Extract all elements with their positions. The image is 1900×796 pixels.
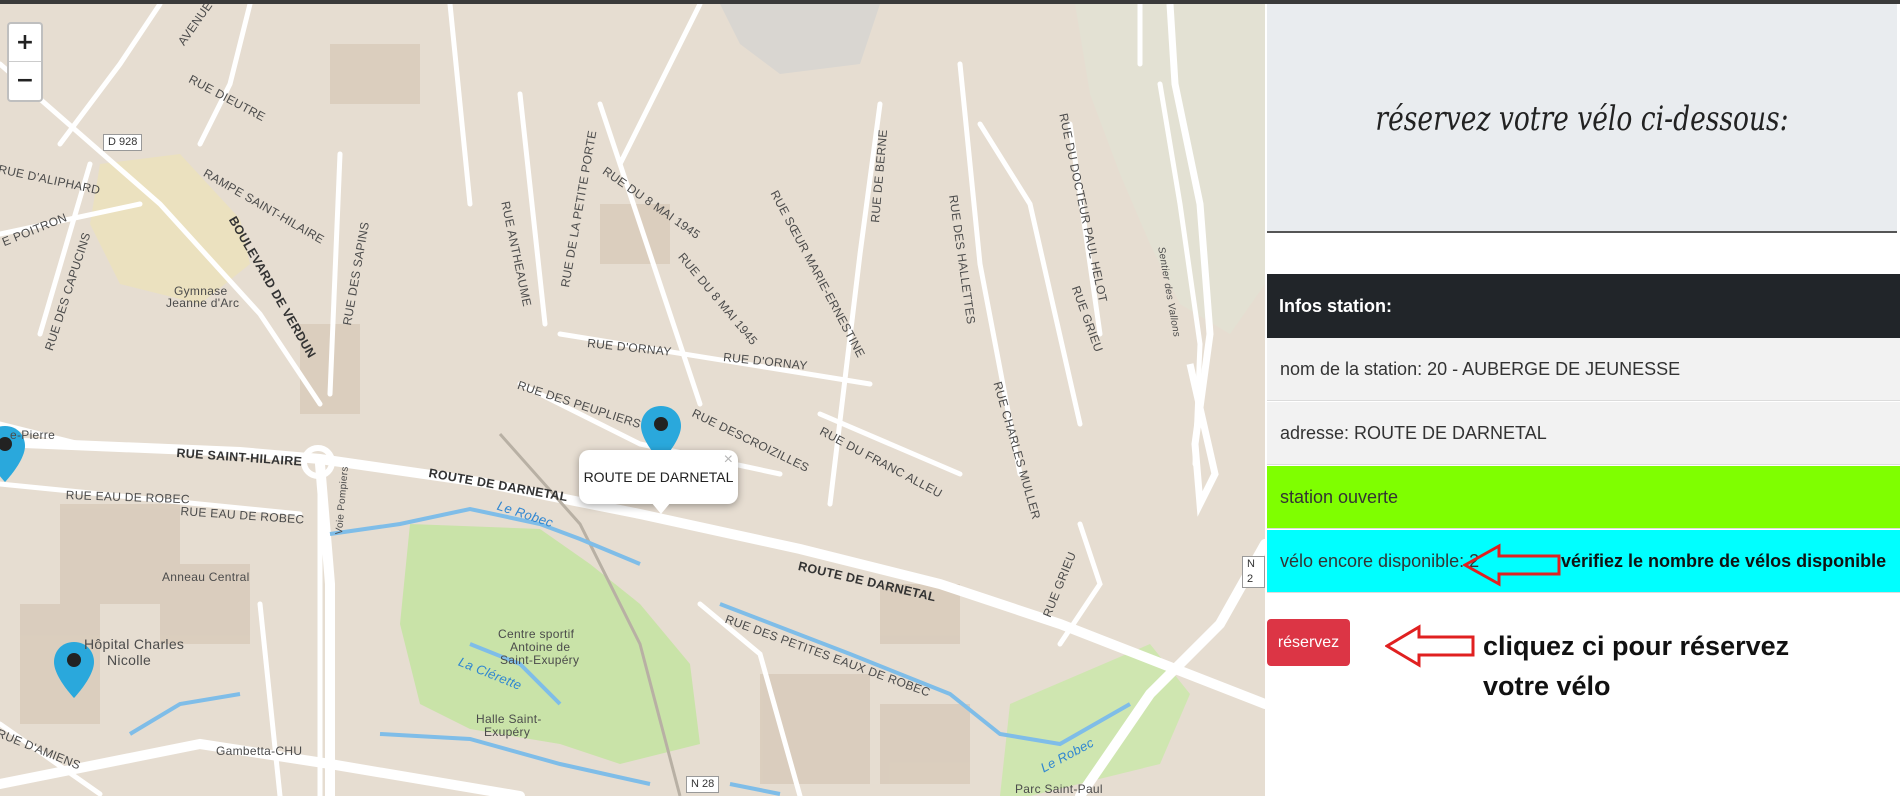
place-label: Halle Saint-: [476, 712, 542, 726]
road-shield: N 28: [686, 776, 720, 793]
zoom-out-button[interactable]: −: [9, 62, 41, 99]
station-address: adresse: ROUTE DE DARNETAL: [1267, 402, 1900, 465]
place-label: Antoine de: [510, 640, 571, 654]
popup-title: ROUTE DE DARNETAL: [583, 469, 734, 485]
place-label: Nicolle: [107, 652, 152, 668]
hero-banner: réservez votre vélo ci-dessous:: [1267, 4, 1897, 233]
reserve-button[interactable]: réservez: [1267, 619, 1350, 666]
popup-close-button[interactable]: ×: [724, 451, 733, 469]
station-info-header: Infos station:: [1267, 274, 1900, 338]
popup-tip: [651, 502, 671, 514]
zoom-in-button[interactable]: +: [9, 24, 41, 62]
place-label: Centre sportif: [498, 627, 575, 641]
station-name: nom de la station: 20 - AUBERGE DE JEUNE…: [1267, 338, 1900, 401]
road-shield: N 2: [1242, 556, 1265, 588]
zoom-control: + −: [7, 22, 43, 102]
map-view[interactable]: AVENUE RUE DIEUTRE D 928 RUE D'ALIPHARD …: [0, 4, 1265, 796]
annotation-note-bikes: vérifiez le nombre de vélos disponible: [1561, 551, 1887, 571]
place-label: Parc Saint-Paul: [1015, 782, 1103, 796]
place-label: Hôpital Charles: [84, 636, 185, 652]
reservation-panel: réservez votre vélo ci-dessous: Infos st…: [1265, 4, 1900, 796]
place-label: Jeanne d'Arc: [166, 296, 240, 310]
road-shield: D 928: [103, 134, 143, 151]
place-label: Gambetta-CHU: [216, 744, 303, 758]
annotation-note-reserve: cliquez ci pour réservez votre vélo: [1483, 631, 1790, 701]
page-title: réservez votre vélo ci-dessous:: [1375, 99, 1789, 139]
place-label: Saint-Exupéry: [500, 653, 580, 667]
place-label: Exupéry: [484, 725, 531, 739]
station-status: station ouverte: [1267, 466, 1900, 529]
map-popup: × ROUTE DE DARNETAL: [579, 450, 738, 514]
annotation-arrow-icon: [1385, 624, 1475, 668]
place-label: Anneau Central: [162, 570, 250, 584]
annotation-arrow-icon: [1463, 543, 1561, 587]
map-tiles[interactable]: [0, 4, 1265, 796]
street-label: e-Pierre: [10, 428, 56, 442]
